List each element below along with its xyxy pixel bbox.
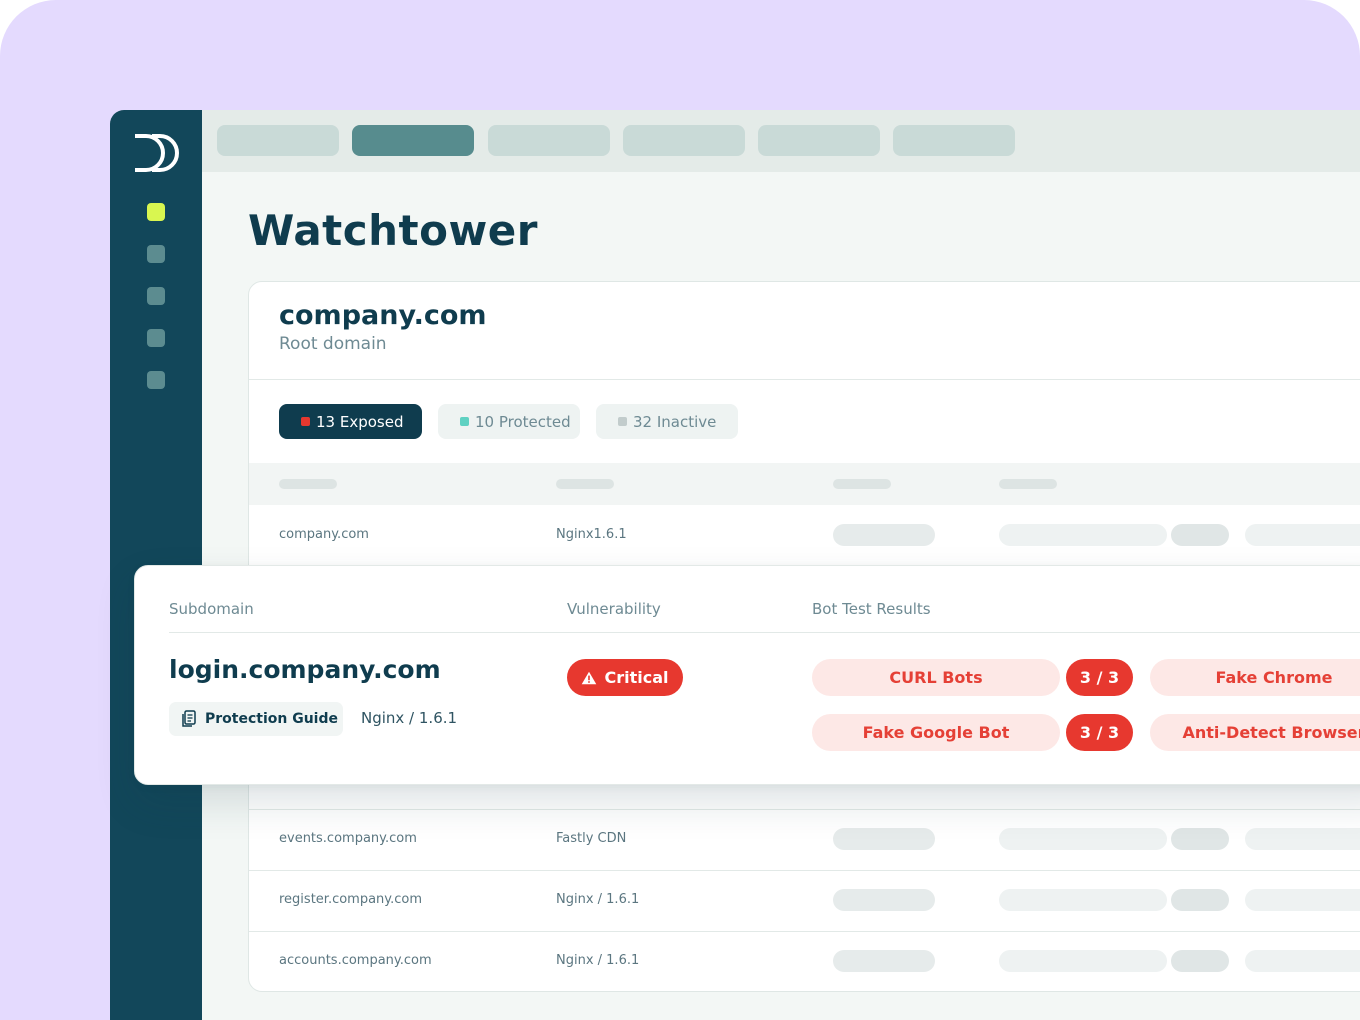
placeholder-pill	[1171, 950, 1229, 972]
vulnerability-label: Critical	[604, 668, 669, 687]
bot-test-name: Anti-Detect Browser	[1182, 723, 1360, 742]
table-row[interactable]: register.company.com Nginx / 1.6.1	[249, 870, 1360, 930]
placeholder-pill	[833, 950, 935, 972]
placeholder-pill	[999, 889, 1167, 911]
bot-test-anti-detect-browser: Anti-Detect Browser	[1150, 714, 1360, 751]
protected-status-icon	[460, 417, 469, 426]
table-row[interactable]: events.company.com Fastly CDN	[249, 809, 1360, 869]
bot-test-name: Fake Google Bot	[862, 723, 1010, 742]
row-server: Fastly CDN	[556, 831, 627, 846]
warning-icon	[582, 671, 597, 684]
detail-subdomain-name: login.company.com	[169, 655, 441, 684]
inactive-status-icon	[618, 417, 627, 426]
document-icon	[182, 710, 196, 727]
column-header-bot-tests: Bot Test Results	[812, 600, 931, 618]
row-divider	[249, 870, 1360, 871]
tab-1[interactable]	[217, 125, 339, 156]
placeholder-pill	[1171, 524, 1229, 546]
placeholder-pill	[1171, 889, 1229, 911]
tab-4[interactable]	[623, 125, 745, 156]
divider	[169, 632, 1360, 633]
bot-test-name: CURL Bots	[889, 668, 983, 687]
filter-exposed-button[interactable]: 13 Exposed	[279, 404, 422, 439]
nav-item-3[interactable]	[147, 287, 165, 305]
placeholder-pill	[1245, 828, 1360, 850]
tab-5[interactable]	[758, 125, 880, 156]
root-domain-subtitle: Root domain	[279, 334, 387, 354]
placeholder-pill	[833, 524, 935, 546]
nav-item-watchtower[interactable]	[147, 203, 165, 221]
subdomain-detail-popover: Subdomain Vulnerability Bot Test Results…	[134, 565, 1360, 785]
detail-server: Nginx / 1.6.1	[361, 709, 458, 727]
brand-logo-icon[interactable]	[132, 132, 180, 174]
protection-guide-button[interactable]: Protection Guide	[169, 702, 343, 736]
nav-item-5[interactable]	[147, 371, 165, 389]
header-placeholder	[833, 479, 891, 489]
nav-item-4[interactable]	[147, 329, 165, 347]
tab-6[interactable]	[893, 125, 1015, 156]
table-header	[249, 463, 1360, 505]
tab-3[interactable]	[488, 125, 610, 156]
tab-2-active[interactable]	[352, 125, 474, 156]
row-subdomain: events.company.com	[279, 831, 417, 846]
protection-guide-label: Protection Guide	[205, 711, 338, 727]
placeholder-pill	[1245, 524, 1360, 546]
table-row[interactable]: accounts.company.com Nginx / 1.6.1	[249, 931, 1360, 991]
filter-inactive-button[interactable]: 32 Inactive	[596, 404, 738, 439]
root-domain-name: company.com	[279, 300, 487, 331]
row-server: Nginx / 1.6.1	[556, 953, 640, 968]
row-server: Nginx1.6.1	[556, 527, 627, 542]
bot-test-score-value: 3 / 3	[1079, 723, 1120, 742]
row-subdomain: accounts.company.com	[279, 953, 432, 968]
placeholder-pill	[833, 889, 935, 911]
table-row[interactable]: company.com Nginx1.6.1	[249, 505, 1360, 565]
placeholder-pill	[1171, 828, 1229, 850]
divider	[249, 379, 1360, 380]
bot-test-score: 3 / 3	[1066, 659, 1133, 696]
vulnerability-badge-critical: Critical	[567, 659, 683, 696]
exposed-status-icon	[301, 417, 310, 426]
row-divider	[249, 931, 1360, 932]
row-subdomain: register.company.com	[279, 892, 423, 907]
nav-item-2[interactable]	[147, 245, 165, 263]
row-server: Nginx / 1.6.1	[556, 892, 640, 907]
placeholder-pill	[833, 828, 935, 850]
page-title: Watchtower	[248, 206, 538, 255]
placeholder-pill	[999, 950, 1167, 972]
header-placeholder	[279, 479, 337, 489]
row-subdomain: company.com	[279, 527, 369, 542]
bot-test-score: 3 / 3	[1066, 714, 1133, 751]
filter-exposed-label: 13 Exposed	[316, 412, 404, 431]
filter-protected-label: 10 Protected	[475, 412, 571, 431]
placeholder-pill	[1245, 889, 1360, 911]
bot-test-curl-bots: CURL Bots	[812, 659, 1060, 696]
column-header-vulnerability: Vulnerability	[567, 600, 661, 618]
column-header-subdomain: Subdomain	[169, 600, 254, 618]
bot-test-name: Fake Chrome	[1215, 668, 1333, 687]
bot-test-fake-chrome: Fake Chrome	[1150, 659, 1360, 696]
placeholder-pill	[1245, 950, 1360, 972]
placeholder-pill	[999, 524, 1167, 546]
filter-protected-button[interactable]: 10 Protected	[438, 404, 580, 439]
top-tab-bar	[202, 110, 1360, 172]
header-placeholder	[556, 479, 614, 489]
bot-test-score-value: 3 / 3	[1079, 668, 1120, 687]
bot-test-fake-google-bot: Fake Google Bot	[812, 714, 1060, 751]
placeholder-pill	[999, 828, 1167, 850]
row-divider	[249, 809, 1360, 810]
header-placeholder	[999, 479, 1057, 489]
filter-inactive-label: 32 Inactive	[633, 412, 717, 431]
